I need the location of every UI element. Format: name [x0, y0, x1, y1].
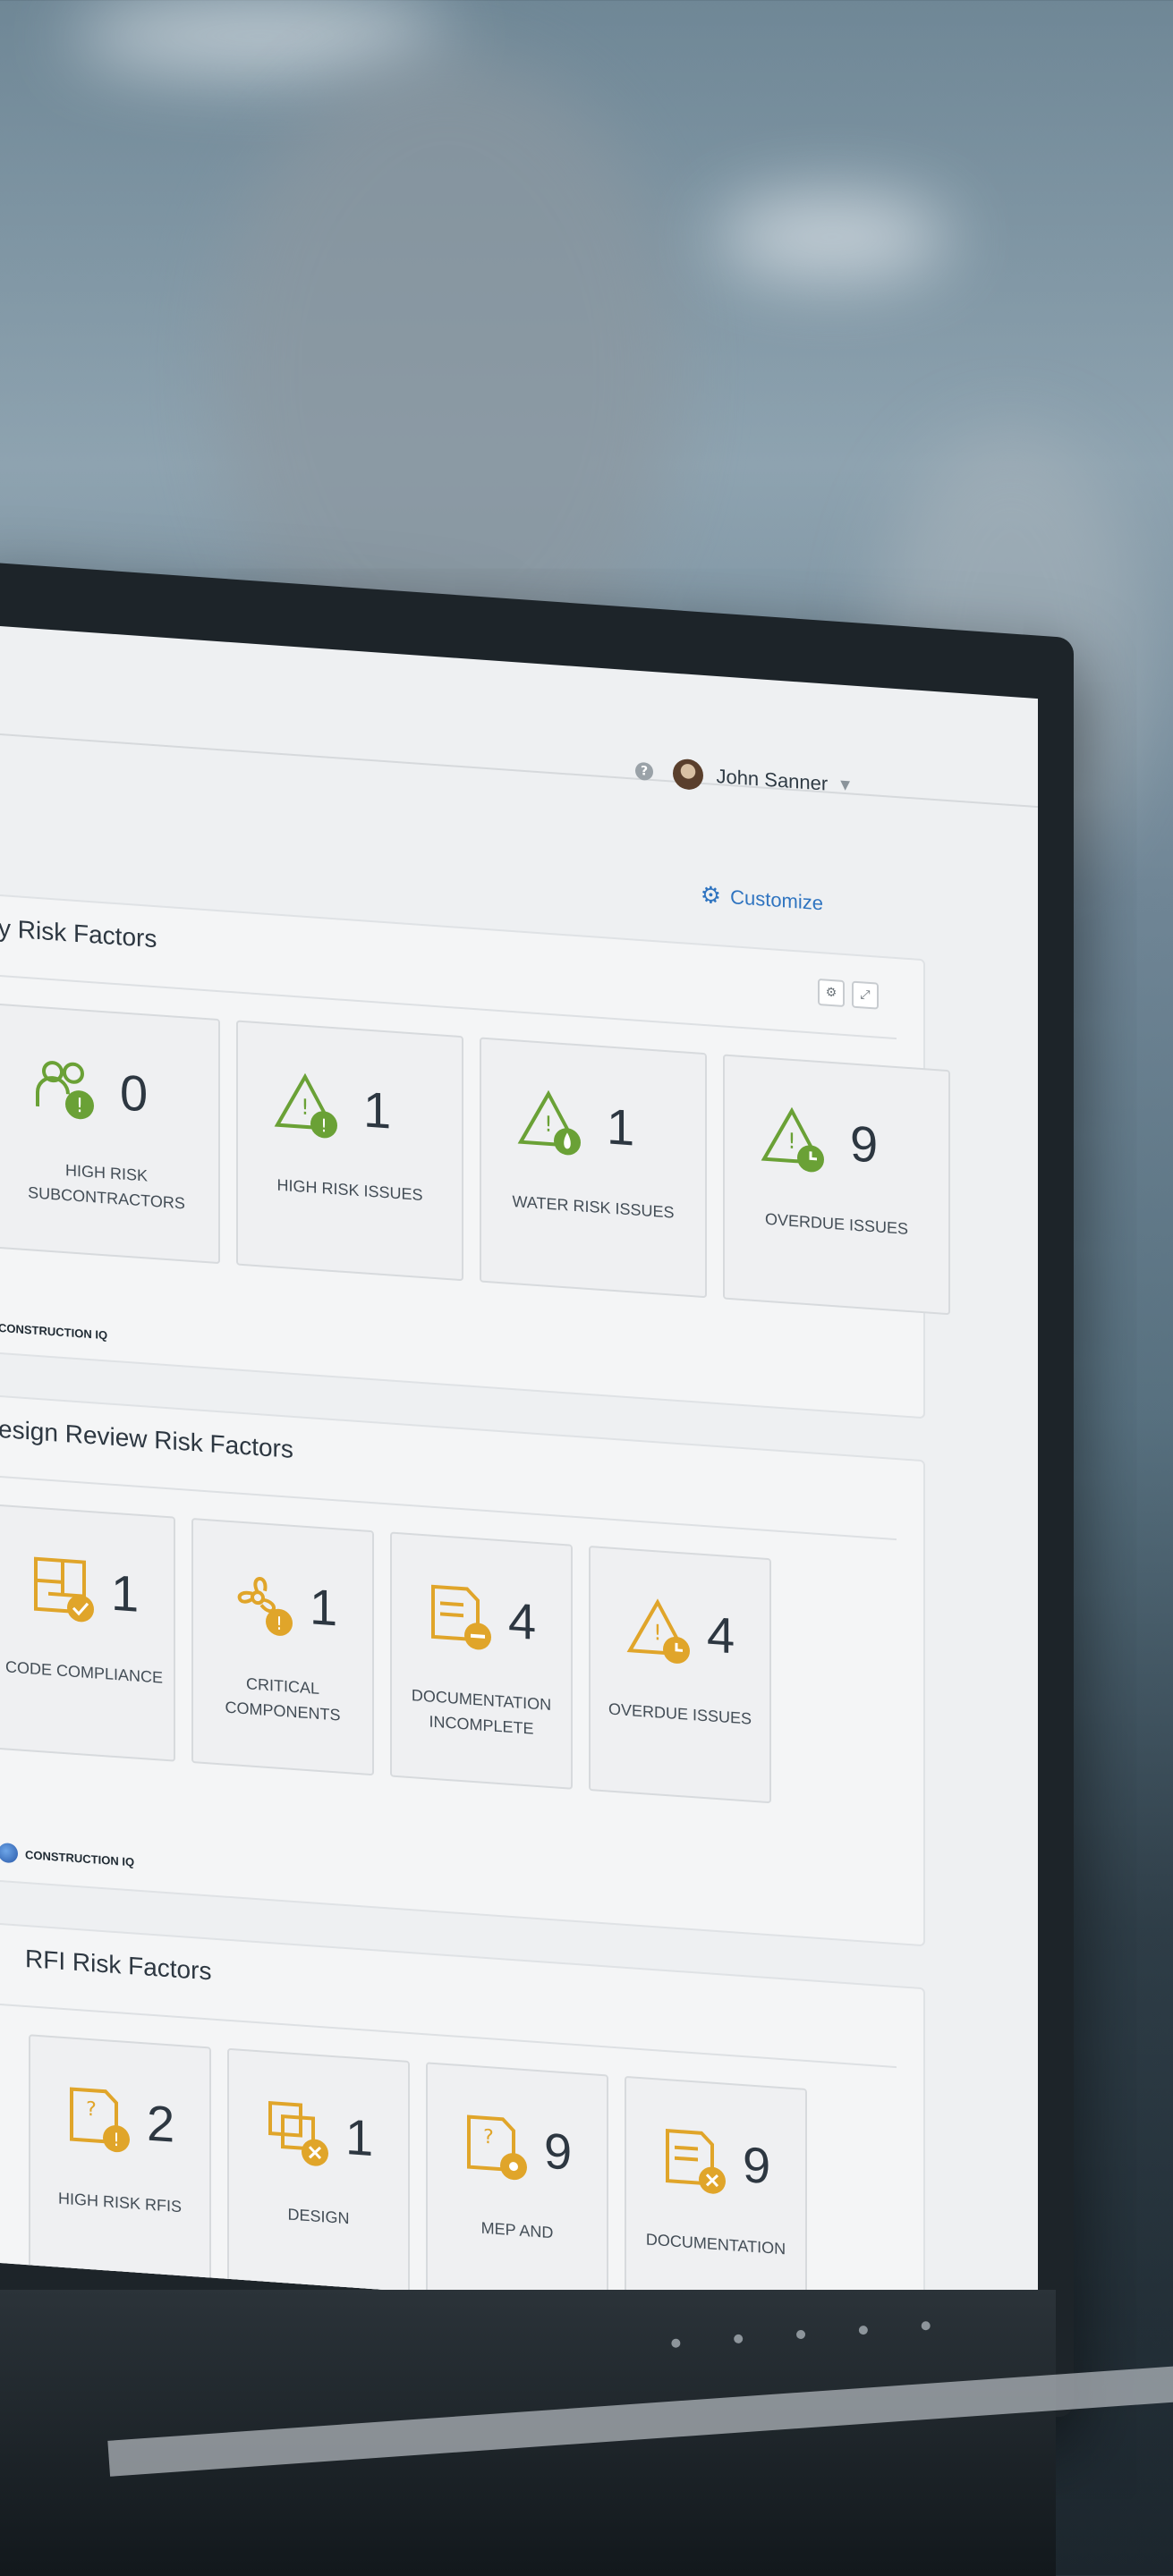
- card-count: 9: [544, 2122, 573, 2181]
- user-name: John Sanner: [716, 764, 829, 795]
- people-alert-icon: !: [36, 1061, 94, 1120]
- gear-icon: ⚙: [700, 880, 722, 910]
- risk-card[interactable]: ? 9 MEP AND: [426, 2062, 608, 2320]
- card-count: 9: [850, 1114, 879, 1174]
- panel-title: RFI Risk Factors: [25, 1944, 212, 1986]
- card-label: DOCUMENTATION: [645, 2230, 786, 2258]
- risk-factors-panel: y Risk Factors ⚙ ⤢ ! 0 HIGH RISK SUBCONT…: [0, 894, 950, 1419]
- construction-iq-logo: [0, 1842, 18, 1864]
- svg-text:!: !: [320, 1114, 327, 1137]
- card-label: MEP AND: [480, 2218, 554, 2242]
- user-menu[interactable]: John Sanner ▼: [673, 758, 850, 801]
- warning-water-icon: !: [517, 1089, 581, 1156]
- card-count: 1: [310, 1578, 338, 1637]
- panel-tools: ⚙ ⤢: [818, 978, 879, 1010]
- card-label: OVERDUE ISSUES: [764, 1209, 909, 1238]
- card-row: 1 CODE COMPLIANCE ! 1 CRITICAL COMPONENT…: [0, 1504, 771, 1804]
- risk-card[interactable]: !! 1 HIGH RISK ISSUES: [236, 1020, 463, 1282]
- question-doc-fan-icon: ?: [467, 2114, 527, 2181]
- warning-clock-icon: !: [626, 1598, 690, 1664]
- card-label: HIGH RISK SUBCONTRACTORS: [28, 1161, 185, 1213]
- layers-x-icon: [268, 2100, 328, 2166]
- chevron-down-icon: ▼: [840, 777, 850, 793]
- customize-button[interactable]: ⚙ Customize: [701, 881, 823, 918]
- risk-card[interactable]: 4 DOCUMENTATION INCOMPLETE: [390, 1531, 573, 1790]
- svg-text:?: ?: [86, 2098, 97, 2122]
- risk-card[interactable]: ! 4 OVERDUE ISSUES: [589, 1546, 771, 1804]
- construction-iq-label: CONSTRUCTION IQ: [0, 1320, 108, 1343]
- card-count: 2: [147, 2094, 175, 2153]
- card-count: 9: [743, 2136, 771, 2195]
- warning-alert-icon: !!: [274, 1072, 337, 1139]
- card-count: 1: [363, 1080, 392, 1140]
- risk-card[interactable]: ! 0 HIGH RISK SUBCONTRACTORS: [0, 1003, 220, 1265]
- question-doc-alert-icon: ?!: [70, 2087, 130, 2153]
- risk-card[interactable]: ?! 2 HIGH RISK RFIS: [29, 2034, 211, 2292]
- card-label: OVERDUE ISSUES: [608, 1699, 752, 1728]
- customize-label: Customize: [730, 885, 823, 914]
- card-label: WATER RISK ISSUES: [512, 1192, 675, 1222]
- svg-text:!: !: [653, 1620, 662, 1646]
- card-count: 4: [508, 1591, 537, 1650]
- card-label: CRITICAL COMPONENTS: [225, 1674, 341, 1724]
- construction-iq-label: CONSTRUCTION IQ: [25, 1847, 135, 1868]
- risk-card[interactable]: ! 9 OVERDUE ISSUES: [723, 1054, 950, 1316]
- background-light: [72, 0, 447, 72]
- svg-text:!: !: [113, 2129, 120, 2151]
- document-x-icon: [666, 2129, 726, 2194]
- avatar: [673, 758, 704, 791]
- blueprint-check-icon: [34, 1556, 94, 1623]
- card-count: 0: [120, 1063, 149, 1123]
- panel-title: esign Review Risk Factors: [0, 1414, 293, 1463]
- card-label: DESIGN: [287, 2205, 350, 2228]
- card-count: 1: [345, 2107, 374, 2167]
- svg-text:!: !: [276, 1613, 283, 1635]
- panel-title: y Risk Factors: [0, 913, 157, 953]
- risk-card[interactable]: 1 CODE COMPLIANCE: [0, 1504, 175, 1762]
- card-row: ! 0 HIGH RISK SUBCONTRACTORS !! 1 HIGH R…: [0, 1003, 950, 1316]
- svg-text:!: !: [76, 1095, 84, 1118]
- document-minus-icon: [431, 1584, 491, 1650]
- background-light: [716, 197, 948, 277]
- svg-text:!: !: [787, 1129, 796, 1155]
- construction-iq-badge: CONSTRUCTION IQ: [0, 1321, 107, 1343]
- construction-iq-badge: CONSTRUCTION IQ: [0, 1842, 135, 1872]
- card-label: HIGH RISK RFIS: [57, 2189, 182, 2216]
- help-icon[interactable]: ?: [635, 761, 653, 782]
- svg-text:?: ?: [483, 2126, 494, 2149]
- svg-text:!: !: [301, 1095, 310, 1121]
- card-count: 1: [607, 1097, 635, 1157]
- design-review-panel: esign Review Risk Factors 1 CODE COMPLIA…: [0, 1394, 925, 1947]
- warning-clock-icon: !: [761, 1106, 824, 1173]
- card-label: DOCUMENTATION INCOMPLETE: [411, 1686, 552, 1738]
- card-count: 1: [111, 1563, 140, 1623]
- card-count: 4: [707, 1606, 735, 1665]
- expand-icon[interactable]: ⤢: [852, 980, 879, 1010]
- card-label: CODE COMPLIANCE: [4, 1657, 164, 1687]
- fan-alert-icon: !: [237, 1577, 293, 1636]
- dashboard-screen: ? John Sanner ▼ ⚙ Customize y Risk Facto…: [0, 626, 1038, 2336]
- gear-icon[interactable]: ⚙: [818, 978, 845, 1008]
- svg-text:!: !: [544, 1112, 553, 1138]
- card-label: HIGH RISK ISSUES: [276, 1175, 423, 1205]
- risk-card[interactable]: 1 DESIGN: [227, 2047, 410, 2307]
- risk-card[interactable]: ! 1 WATER RISK ISSUES: [480, 1037, 707, 1299]
- risk-card[interactable]: ! 1 CRITICAL COMPONENTS: [191, 1517, 374, 1776]
